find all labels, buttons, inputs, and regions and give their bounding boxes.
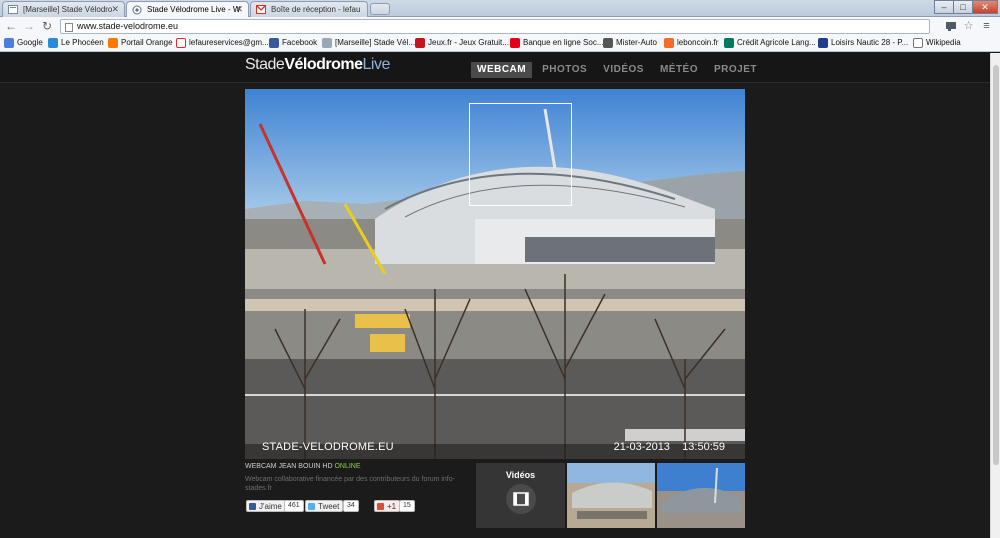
facebook-icon bbox=[249, 503, 256, 510]
bookmark-mister-auto[interactable]: Mister-Auto bbox=[603, 38, 657, 48]
close-window-button[interactable]: ✕ bbox=[972, 0, 998, 14]
bookmark-gmail[interactable]: lefaureservices@gm... bbox=[176, 38, 269, 48]
main-nav: WEBCAM PHOTOS VIDÉOS MÉTÉO PROJET bbox=[471, 62, 767, 78]
video-thumbnail-2[interactable] bbox=[657, 463, 745, 528]
twitter-icon bbox=[308, 503, 315, 510]
close-tab-icon[interactable]: ✕ bbox=[235, 4, 243, 15]
bookmark-leboncoin[interactable]: leboncoin.fr bbox=[664, 38, 718, 48]
webcam-time: 13:50:59 bbox=[682, 441, 725, 453]
bookmark-credit-agricole[interactable]: Crédit Agricole Lang... bbox=[724, 38, 816, 48]
leboncoin-icon bbox=[664, 38, 674, 48]
star-icon[interactable]: ☆ bbox=[962, 20, 975, 33]
browser-toolbar: ← → ↻ www.stade-velodrome.eu ☆ ≡ bbox=[0, 17, 1000, 36]
browser-tab-marseille[interactable]: [Marseille] Stade Vélodro ✕ bbox=[2, 1, 125, 17]
url-text: www.stade-velodrome.eu bbox=[77, 21, 179, 31]
bookmark-le-phoceen[interactable]: Le Phocéen bbox=[48, 38, 104, 48]
tab-title: Stade Vélodrome Live - W bbox=[147, 5, 241, 14]
webcam-caption: WEBCAM JEAN BOUIN HD ONLINE bbox=[245, 463, 361, 470]
google-icon bbox=[4, 38, 14, 48]
jeux-icon bbox=[415, 38, 425, 48]
bookmark-jeux[interactable]: Jeux.fr - Jeux Gratuit... bbox=[415, 38, 509, 48]
bookmarks-bar: Google Le Phocéen Portail Orange lefaure… bbox=[0, 36, 1000, 52]
nav-videos[interactable]: VIDÉOS bbox=[597, 62, 650, 78]
browser-tab-bar: [Marseille] Stade Vélodro ✕ Stade Vélodr… bbox=[0, 0, 1000, 18]
loisirs-icon bbox=[818, 38, 828, 48]
bookmark-google[interactable]: Google bbox=[4, 38, 43, 48]
address-bar[interactable]: www.stade-velodrome.eu bbox=[60, 19, 930, 34]
tab-title: [Marseille] Stade Vélodro bbox=[23, 5, 113, 14]
tab-title: Boîte de réception - lefau bbox=[271, 5, 361, 14]
nav-webcam[interactable]: WEBCAM bbox=[471, 62, 533, 78]
bookmark-portail-orange[interactable]: Portail Orange bbox=[108, 38, 173, 48]
globe-icon bbox=[132, 5, 142, 15]
video-thumbnail-1[interactable] bbox=[567, 463, 655, 528]
bookmark-wikipedia[interactable]: Wikipedia bbox=[913, 38, 961, 48]
gmail-icon bbox=[176, 38, 186, 48]
minimize-button[interactable]: – bbox=[934, 0, 954, 14]
wikipedia-icon bbox=[913, 38, 923, 48]
bookmark-facebook[interactable]: Facebook bbox=[269, 38, 317, 48]
online-status: ONLINE bbox=[334, 463, 361, 470]
page-icon bbox=[65, 23, 73, 32]
nav-photos[interactable]: PHOTOS bbox=[536, 62, 593, 78]
facebook-icon bbox=[269, 38, 279, 48]
nav-meteo[interactable]: MÉTÉO bbox=[654, 62, 704, 78]
page-icon bbox=[322, 38, 332, 48]
page-content: StadeVélodromeLive WEBCAM PHOTOS VIDÉOS … bbox=[0, 53, 990, 538]
webcam-timestamp: 21-03-2013 13:50:59 bbox=[614, 441, 725, 453]
tweet-button[interactable]: Tweet bbox=[305, 500, 344, 512]
site-header: StadeVélodromeLive WEBCAM PHOTOS VIDÉOS … bbox=[0, 53, 990, 83]
film-icon bbox=[506, 484, 536, 514]
page-icon bbox=[8, 5, 18, 14]
gplus-button[interactable]: +1 bbox=[374, 500, 401, 512]
phoceen-icon bbox=[48, 38, 58, 48]
menu-wrench-icon[interactable]: ≡ bbox=[980, 20, 993, 33]
mister-auto-icon bbox=[603, 38, 613, 48]
bank-icon bbox=[510, 38, 520, 48]
videos-title: Vidéos bbox=[505, 470, 536, 480]
gplus-count: 15 bbox=[399, 500, 415, 512]
page-scrollbar[interactable] bbox=[990, 53, 1000, 538]
close-tab-icon[interactable]: ✕ bbox=[111, 4, 119, 15]
videos-panel[interactable]: Vidéos bbox=[476, 463, 565, 528]
orange-icon bbox=[108, 38, 118, 48]
ca-icon bbox=[724, 38, 734, 48]
extension-icon[interactable] bbox=[944, 20, 957, 33]
gmail-icon bbox=[256, 5, 266, 14]
facebook-like-count: 461 bbox=[284, 500, 304, 512]
gplus-icon bbox=[377, 503, 384, 510]
forward-arrow-icon[interactable]: → bbox=[22, 20, 36, 34]
site-logo[interactable]: StadeVélodromeLive bbox=[245, 56, 390, 74]
bookmark-loisirs-nautic[interactable]: Loisirs Nautic 28 - P... bbox=[818, 38, 908, 48]
tweet-count: 34 bbox=[343, 500, 359, 512]
back-arrow-icon[interactable]: ← bbox=[4, 20, 18, 34]
browser-tab-gmail[interactable]: Boîte de réception - lefau bbox=[250, 1, 368, 17]
webcam-description: Webcam collaborative financée par des co… bbox=[245, 476, 455, 492]
maximize-button[interactable]: □ bbox=[953, 0, 973, 14]
reload-icon[interactable]: ↻ bbox=[40, 20, 54, 34]
facebook-like-button[interactable]: J'aime bbox=[246, 500, 286, 512]
scrollbar-thumb[interactable] bbox=[993, 65, 999, 465]
webcam-date: 21-03-2013 bbox=[613, 441, 670, 453]
bookmark-banque[interactable]: Banque en ligne Soc... bbox=[510, 38, 604, 48]
webcam-image[interactable]: STADE-VELODROME.EU 21-03-2013 13:50:59 bbox=[245, 89, 745, 459]
bookmark-marseille-stade[interactable]: [Marseille] Stade Vél... bbox=[322, 38, 415, 48]
webcam-site-label: STADE-VELODROME.EU bbox=[262, 441, 394, 453]
browser-tab-velodrome-live[interactable]: Stade Vélodrome Live - W ✕ bbox=[126, 1, 249, 18]
zoom-selection-box[interactable] bbox=[469, 103, 572, 206]
new-tab-button[interactable] bbox=[370, 3, 390, 15]
nav-projet[interactable]: PROJET bbox=[708, 62, 763, 78]
